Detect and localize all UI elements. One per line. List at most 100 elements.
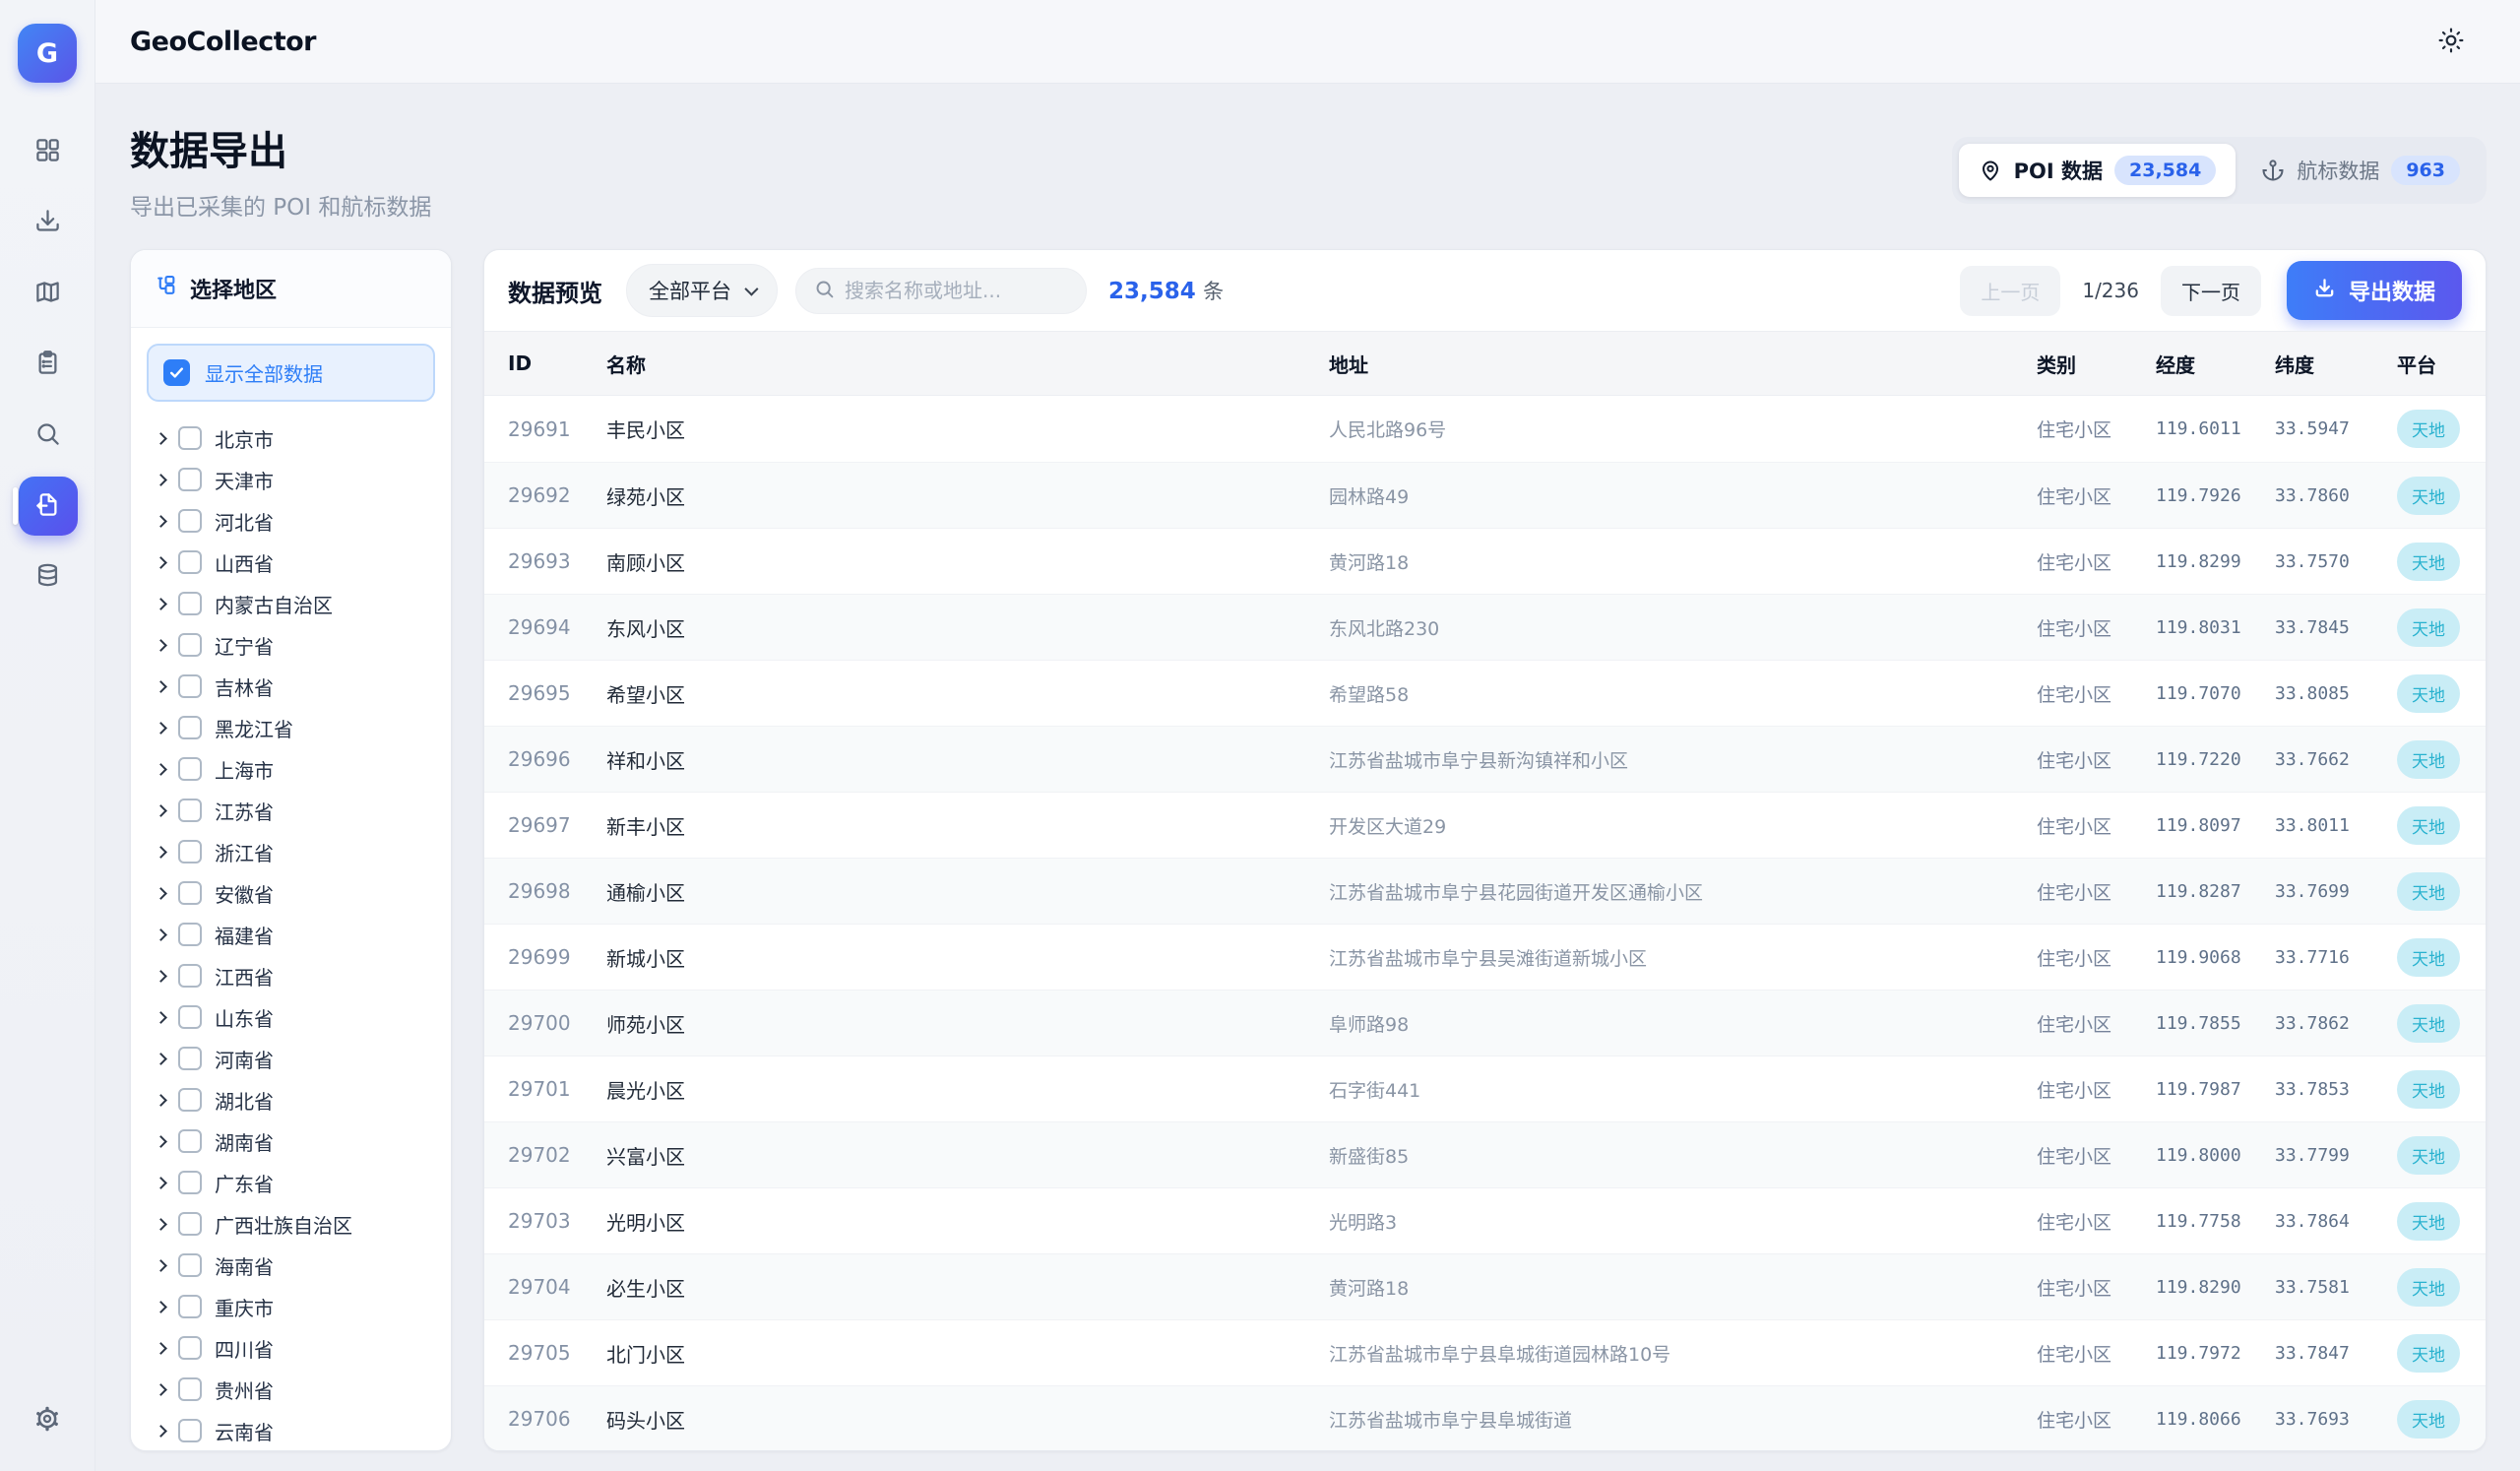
nav-map-button[interactable]	[19, 264, 78, 323]
chevron-right-icon[interactable]	[155, 722, 167, 735]
province-item[interactable]: 江西省	[141, 955, 441, 996]
province-checkbox[interactable]	[178, 468, 202, 491]
province-item[interactable]: 浙江省	[141, 831, 441, 872]
province-checkbox[interactable]	[178, 881, 202, 905]
next-page-button[interactable]: 下一页	[2161, 266, 2261, 316]
chevron-right-icon[interactable]	[155, 432, 167, 445]
table-row[interactable]: 29697新丰小区开发区大道29住宅小区119.809733.8011天地	[484, 792, 2486, 858]
province-item[interactable]: 江苏省	[141, 790, 441, 831]
table-row[interactable]: 29702兴富小区新盛街85住宅小区119.800033.7799天地	[484, 1121, 2486, 1187]
chevron-right-icon[interactable]	[155, 846, 167, 859]
table-row[interactable]: 29706码头小区江苏省盐城市阜宁县阜城街道住宅小区119.806633.769…	[484, 1385, 2486, 1450]
province-checkbox[interactable]	[178, 1377, 202, 1401]
chevron-right-icon[interactable]	[155, 1383, 167, 1396]
chevron-right-icon[interactable]	[155, 598, 167, 610]
province-checkbox[interactable]	[178, 1212, 202, 1236]
poi-dataset-tab[interactable]: POI 数据 23,584	[1959, 144, 2236, 197]
province-checkbox[interactable]	[178, 550, 202, 574]
chevron-right-icon[interactable]	[155, 1342, 167, 1355]
table-row[interactable]: 29696祥和小区江苏省盐城市阜宁县新沟镇祥和小区住宅小区119.722033.…	[484, 726, 2486, 792]
chevron-right-icon[interactable]	[155, 515, 167, 528]
province-checkbox[interactable]	[178, 592, 202, 615]
export-data-button[interactable]: 导出数据	[2287, 261, 2462, 320]
province-checkbox[interactable]	[178, 633, 202, 657]
province-checkbox[interactable]	[178, 1005, 202, 1029]
chevron-right-icon[interactable]	[155, 639, 167, 652]
province-item[interactable]: 河北省	[141, 500, 441, 542]
search-input[interactable]	[845, 279, 1068, 302]
province-item[interactable]: 山东省	[141, 996, 441, 1038]
chevron-right-icon[interactable]	[155, 1094, 167, 1107]
table-row[interactable]: 29695希望小区希望路58住宅小区119.707033.8085天地	[484, 660, 2486, 726]
table-row[interactable]: 29704必生小区黄河路18住宅小区119.829033.7581天地	[484, 1253, 2486, 1319]
province-checkbox[interactable]	[178, 509, 202, 533]
table-row[interactable]: 29705北门小区江苏省盐城市阜宁县阜城街道园林路10号住宅小区119.7972…	[484, 1319, 2486, 1385]
table-row[interactable]: 29691丰民小区人民北路96号住宅小区119.601133.5947天地	[484, 396, 2486, 462]
nav-collect-button[interactable]	[19, 193, 78, 252]
province-checkbox[interactable]	[178, 840, 202, 863]
province-checkbox[interactable]	[178, 923, 202, 946]
province-item[interactable]: 四川省	[141, 1327, 441, 1369]
table-row[interactable]: 29693南顾小区黄河路18住宅小区119.829933.7570天地	[484, 528, 2486, 594]
chevron-right-icon[interactable]	[155, 474, 167, 486]
province-item[interactable]: 山西省	[141, 542, 441, 583]
chevron-right-icon[interactable]	[155, 1053, 167, 1065]
province-checkbox[interactable]	[178, 1295, 202, 1318]
province-item[interactable]: 重庆市	[141, 1286, 441, 1327]
province-item[interactable]: 内蒙古自治区	[141, 583, 441, 624]
chevron-right-icon[interactable]	[155, 928, 167, 941]
province-checkbox[interactable]	[178, 674, 202, 698]
beacon-dataset-tab[interactable]: 航标数据 963	[2241, 144, 2480, 197]
province-checkbox[interactable]	[178, 757, 202, 781]
chevron-right-icon[interactable]	[155, 970, 167, 983]
province-checkbox[interactable]	[178, 716, 202, 739]
province-item[interactable]: 吉林省	[141, 666, 441, 707]
province-checkbox[interactable]	[178, 1129, 202, 1153]
chevron-right-icon[interactable]	[155, 1177, 167, 1189]
province-item[interactable]: 海南省	[141, 1245, 441, 1286]
province-checkbox[interactable]	[178, 799, 202, 822]
platform-filter-select[interactable]: 全部平台	[626, 264, 778, 317]
table-row[interactable]: 29703光明小区光明路3住宅小区119.775833.7864天地	[484, 1187, 2486, 1253]
province-item[interactable]: 贵州省	[141, 1369, 441, 1410]
province-item[interactable]: 湖北省	[141, 1079, 441, 1120]
chevron-right-icon[interactable]	[155, 1011, 167, 1024]
province-item[interactable]: 广西壮族自治区	[141, 1203, 441, 1245]
nav-database-button[interactable]	[19, 547, 78, 607]
table-row[interactable]: 29694东风小区东风北路230住宅小区119.803133.7845天地	[484, 594, 2486, 660]
nav-dashboard-button[interactable]	[19, 122, 78, 181]
chevron-right-icon[interactable]	[155, 887, 167, 900]
chevron-right-icon[interactable]	[155, 1259, 167, 1272]
table-row[interactable]: 29701晨光小区石字街441住宅小区119.798733.7853天地	[484, 1055, 2486, 1121]
chevron-right-icon[interactable]	[155, 763, 167, 776]
table-row[interactable]: 29699新城小区江苏省盐城市阜宁县吴滩街道新城小区住宅小区119.906833…	[484, 924, 2486, 990]
province-checkbox[interactable]	[178, 1047, 202, 1070]
province-checkbox[interactable]	[178, 426, 202, 450]
show-all-data-checkbox[interactable]: 显示全部数据	[147, 344, 435, 402]
province-item[interactable]: 天津市	[141, 459, 441, 500]
province-item[interactable]: 广东省	[141, 1162, 441, 1203]
chevron-right-icon[interactable]	[155, 556, 167, 569]
chevron-right-icon[interactable]	[155, 680, 167, 693]
province-checkbox[interactable]	[178, 1253, 202, 1277]
chevron-right-icon[interactable]	[155, 1301, 167, 1313]
province-item[interactable]: 云南省	[141, 1410, 441, 1450]
province-item[interactable]: 河南省	[141, 1038, 441, 1079]
province-item[interactable]: 辽宁省	[141, 624, 441, 666]
province-checkbox[interactable]	[178, 1171, 202, 1194]
province-item[interactable]: 福建省	[141, 914, 441, 955]
table-row[interactable]: 29692绿苑小区园林路49住宅小区119.792633.7860天地	[484, 462, 2486, 528]
settings-button[interactable]	[18, 1390, 77, 1449]
nav-export-button[interactable]	[19, 477, 78, 536]
chevron-right-icon[interactable]	[155, 1425, 167, 1438]
chevron-right-icon[interactable]	[155, 804, 167, 817]
prev-page-button[interactable]: 上一页	[1960, 266, 2060, 316]
province-item[interactable]: 安徽省	[141, 872, 441, 914]
theme-toggle-button[interactable]	[2429, 20, 2473, 63]
table-row[interactable]: 29700师苑小区阜师路98住宅小区119.785533.7862天地	[484, 990, 2486, 1055]
province-item[interactable]: 北京市	[141, 417, 441, 459]
province-item[interactable]: 上海市	[141, 748, 441, 790]
nav-tasks-button[interactable]	[19, 335, 78, 394]
province-item[interactable]: 黑龙江省	[141, 707, 441, 748]
chevron-right-icon[interactable]	[155, 1218, 167, 1231]
